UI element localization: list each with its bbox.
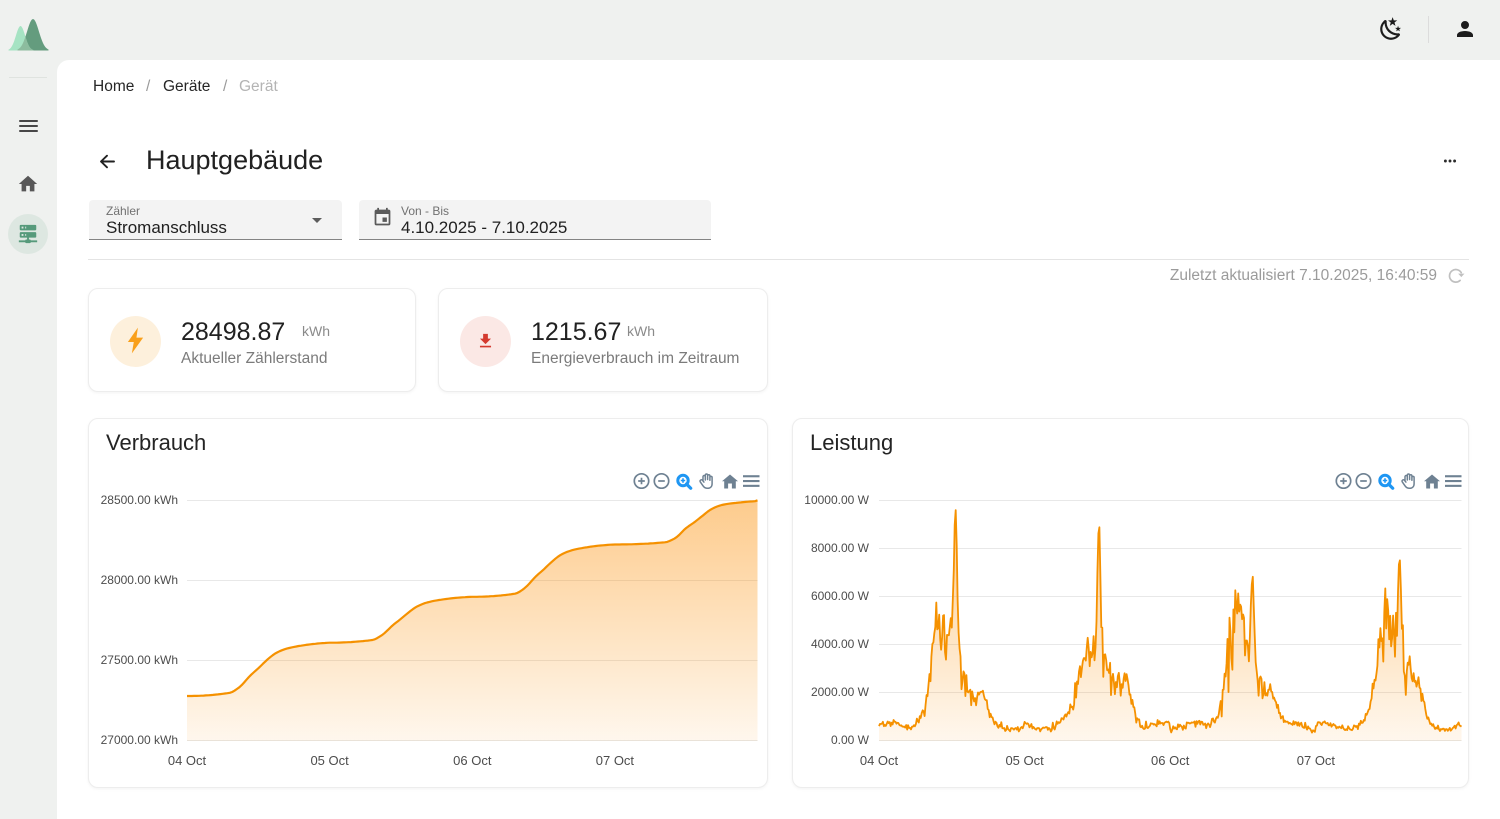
svg-text:28500.00 kWh: 28500.00 kWh [101,493,178,507]
svg-text:10000.00 W: 10000.00 W [804,493,869,507]
svg-text:27000.00 kWh: 27000.00 kWh [101,733,178,747]
svg-text:27500.00 kWh: 27500.00 kWh [101,653,178,667]
svg-text:28000.00 kWh: 28000.00 kWh [101,573,178,587]
svg-text:0.00 W: 0.00 W [831,733,870,747]
svg-text:07 Oct: 07 Oct [1297,753,1336,768]
svg-text:8000.00 W: 8000.00 W [811,541,870,555]
svg-text:6000.00 W: 6000.00 W [811,589,870,603]
svg-text:05 Oct: 05 Oct [1005,753,1044,768]
svg-text:04 Oct: 04 Oct [168,753,207,768]
svg-text:05 Oct: 05 Oct [310,753,349,768]
svg-text:06 Oct: 06 Oct [1151,753,1190,768]
svg-text:4000.00 W: 4000.00 W [811,637,870,651]
svg-text:2000.00 W: 2000.00 W [811,685,870,699]
svg-text:04 Oct: 04 Oct [860,753,899,768]
svg-text:06 Oct: 06 Oct [453,753,492,768]
svg-text:07 Oct: 07 Oct [596,753,635,768]
